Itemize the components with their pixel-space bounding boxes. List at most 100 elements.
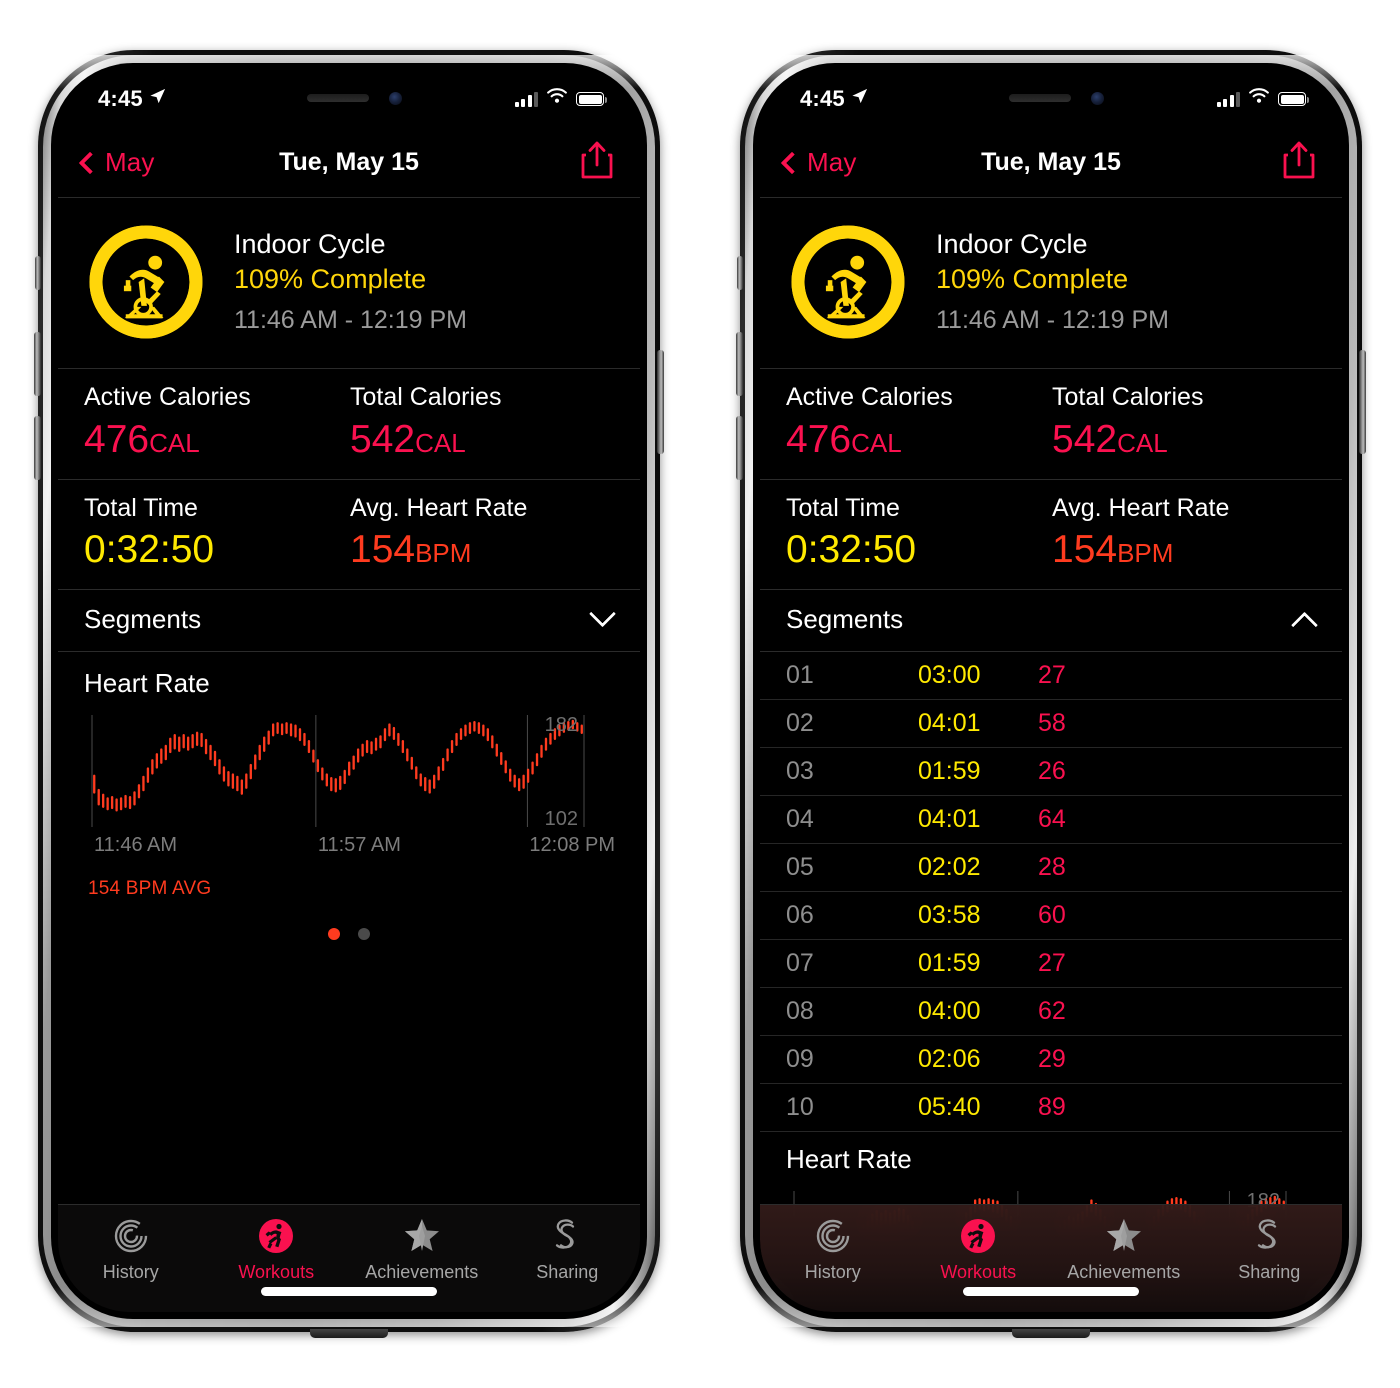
stat-value: 476CAL — [84, 416, 350, 465]
sharing-s-icon — [548, 1215, 586, 1257]
segment-calories: 27 — [1038, 949, 1066, 977]
tab-label: Workouts — [940, 1262, 1017, 1282]
stat-unit: BPM — [415, 538, 472, 569]
stat-unit: BPM — [1117, 538, 1174, 569]
heart-rate-chart[interactable]: 182 102 11:46 AM 11:57 AM 12:08 PM — [58, 709, 640, 874]
share-icon — [1282, 141, 1316, 184]
share-button[interactable] — [580, 140, 614, 185]
volume-down-button[interactable] — [34, 416, 41, 480]
heart-rate-block: Heart Rate 182 102 11:46 AM 11:57 AM 12:08 P… — [58, 652, 640, 940]
cellular-signal-icon — [514, 91, 538, 107]
wifi-icon — [546, 88, 568, 110]
volume-up-button[interactable] — [736, 332, 743, 396]
share-button[interactable] — [1282, 140, 1316, 185]
segment-duration: 01:59 — [918, 949, 981, 977]
silent-switch[interactable] — [35, 256, 41, 290]
home-indicator[interactable] — [963, 1287, 1139, 1296]
stat-total-calories: Total Calories 542CAL — [350, 381, 616, 465]
segment-calories: 64 — [1038, 805, 1066, 833]
svg-text:102: 102 — [545, 808, 578, 830]
location-arrow-icon — [148, 86, 167, 112]
segment-duration: 02:02 — [918, 853, 981, 881]
table-row: 08 04:00 62 — [760, 988, 1342, 1036]
chevron-left-icon — [780, 151, 804, 174]
table-row: 02 04:01 58 — [760, 700, 1342, 748]
screen-right: 4:45 May Tue, May 15 Indoor Cycle 109% C… — [760, 70, 1342, 1312]
power-button[interactable] — [1359, 350, 1366, 454]
svg-text:11:57 AM: 11:57 AM — [318, 834, 401, 856]
segment-index: 02 — [786, 709, 814, 737]
indoor-cycle-icon — [123, 255, 165, 319]
stat-number: 0:32:50 — [84, 528, 215, 572]
stat-number: 542 — [1052, 417, 1118, 461]
segment-index: 07 — [786, 949, 814, 977]
segment-duration: 04:00 — [918, 997, 981, 1025]
battery-icon — [1278, 92, 1310, 106]
silent-switch[interactable] — [737, 256, 743, 290]
stat-total-time: Total Time 0:32:50 — [786, 492, 1052, 576]
screen-body-right: May Tue, May 15 Indoor Cycle 109% Comple… — [760, 128, 1342, 1312]
stat-number: 476 — [786, 417, 852, 461]
volume-down-button[interactable] — [736, 416, 743, 480]
table-row: 01 03:00 27 — [760, 652, 1342, 700]
stat-label: Total Calories — [1052, 383, 1204, 411]
activity-rings-icon — [112, 1215, 150, 1257]
segments-title: Segments — [786, 604, 904, 634]
status-bar: 4:45 — [760, 70, 1342, 128]
segment-duration: 02:06 — [918, 1045, 981, 1073]
tab-sharing[interactable]: Sharing — [495, 1205, 641, 1312]
segment-calories: 58 — [1038, 709, 1066, 737]
stat-value: 0:32:50 — [786, 526, 1052, 575]
workout-header: Indoor Cycle 109% Complete 11:46 AM - 12… — [760, 198, 1342, 369]
stat-total-time: Total Time 0:32:50 — [84, 492, 350, 576]
volume-up-button[interactable] — [34, 332, 41, 396]
segment-index: 04 — [786, 805, 814, 833]
star-award-icon — [1105, 1215, 1143, 1257]
segment-calories: 26 — [1038, 757, 1066, 785]
stat-label: Active Calories — [786, 383, 953, 411]
segment-calories: 29 — [1038, 1045, 1066, 1073]
segment-duration: 03:58 — [918, 901, 981, 929]
segment-calories: 89 — [1038, 1093, 1066, 1121]
sharing-s-icon — [1250, 1215, 1288, 1257]
segments-toggle[interactable]: Segments — [58, 590, 640, 652]
tab-sharing[interactable]: Sharing — [1197, 1205, 1343, 1312]
screen-left: 4:45 May Tue, May 15 Indoor Cycle 109% C… — [58, 70, 640, 1312]
tab-history[interactable]: History — [58, 1205, 204, 1312]
workout-ring — [84, 220, 208, 344]
segment-calories: 60 — [1038, 901, 1066, 929]
segment-index: 01 — [786, 661, 814, 689]
table-row: 06 03:58 60 — [760, 892, 1342, 940]
running-person-icon — [959, 1215, 997, 1257]
stat-active-calories: Active Calories 476CAL — [84, 381, 350, 465]
segment-duration: 04:01 — [918, 709, 981, 737]
stat-label: Total Time — [84, 493, 198, 522]
back-button[interactable]: May — [78, 147, 154, 178]
table-row: 09 02:06 29 — [760, 1036, 1342, 1084]
power-button[interactable] — [657, 350, 664, 454]
status-bar-left: 4:45 — [98, 86, 167, 112]
tab-history[interactable]: History — [760, 1205, 906, 1312]
workout-time-range: 11:46 AM - 12:19 PM — [936, 305, 1169, 334]
stat-active-calories: Active Calories 476CAL — [786, 381, 1052, 465]
table-row: 05 02:02 28 — [760, 844, 1342, 892]
wifi-icon — [1248, 88, 1270, 110]
table-row: 07 01:59 27 — [760, 940, 1342, 988]
page-dot-2[interactable] — [358, 928, 370, 940]
table-row: 03 01:59 26 — [760, 748, 1342, 796]
stat-row-time-hr: Total Time 0:32:50 Avg. Heart Rate 154BP… — [760, 480, 1342, 590]
heart-rate-avg-label: 154 BPM AVG — [88, 878, 212, 899]
stat-value: 542CAL — [1052, 416, 1318, 465]
segments-toggle[interactable]: Segments — [760, 590, 1342, 652]
cellular-signal-icon — [1216, 91, 1240, 107]
running-person-icon — [257, 1215, 295, 1257]
back-button[interactable]: May — [780, 147, 856, 178]
phone-right: 4:45 May Tue, May 15 Indoor Cycle 109% C… — [736, 50, 1366, 1338]
stat-label: Avg. Heart Rate — [350, 493, 528, 522]
stat-label: Active Calories — [84, 383, 251, 411]
status-bar-time: 4:45 — [98, 86, 143, 111]
table-row: 10 05:40 89 — [760, 1084, 1342, 1132]
home-indicator[interactable] — [261, 1287, 437, 1296]
workout-title: Indoor Cycle — [234, 228, 386, 259]
page-dot-1[interactable] — [328, 928, 340, 940]
